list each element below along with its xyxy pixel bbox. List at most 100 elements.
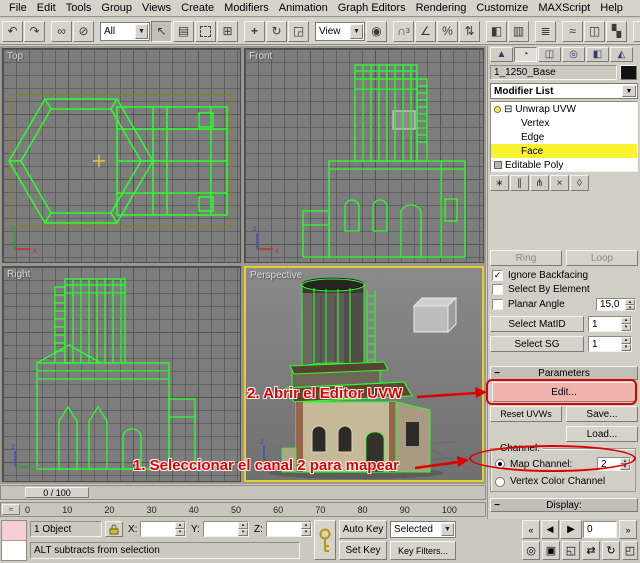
select-matid-button[interactable]: Select MatID: [490, 316, 584, 332]
load-uvws-button[interactable]: Load...: [566, 426, 638, 442]
parameters-rollout-header[interactable]: − Parameters: [490, 366, 638, 380]
mini-curve-editor-icon[interactable]: ≈: [2, 504, 20, 515]
pivot-center-icon[interactable]: ◉: [366, 21, 387, 42]
ring-button[interactable]: Ring: [490, 250, 562, 266]
spinner-arrows[interactable]: ▴▾: [625, 299, 635, 310]
spinner-arrows[interactable]: ▴▾: [621, 337, 631, 351]
selection-lock-icon[interactable]: [105, 521, 123, 537]
dropdown-arrow-icon[interactable]: ▼: [350, 24, 363, 39]
select-rotate-icon[interactable]: ↻: [266, 21, 287, 42]
angle-snap-icon[interactable]: ∠: [415, 21, 436, 42]
remove-modifier-icon[interactable]: ×: [550, 175, 569, 191]
stack-row-editable-poly[interactable]: Editable Poly: [491, 158, 637, 172]
loop-button[interactable]: Loop: [566, 250, 638, 266]
tab-modify-icon[interactable]: ◔: [514, 47, 537, 62]
display-rollout-header[interactable]: − Display:: [490, 498, 638, 512]
expand-icon[interactable]: ⊟: [504, 104, 512, 115]
save-uvws-button[interactable]: Save...: [566, 406, 638, 422]
select-sg-button[interactable]: Select SG: [490, 336, 584, 352]
menu-group[interactable]: Group: [96, 1, 137, 15]
current-frame-field[interactable]: 0: [583, 521, 617, 538]
listener-macro-line[interactable]: [2, 521, 26, 541]
zoom-extents-icon[interactable]: ▣: [542, 541, 560, 560]
menu-animation[interactable]: Animation: [274, 1, 333, 15]
sg-field[interactable]: 1 ▴▾: [588, 336, 632, 352]
spinner-snap-icon[interactable]: ⇅: [459, 21, 480, 42]
stack-row-face-selected[interactable]: Face: [491, 144, 637, 158]
viewport-right[interactable]: Right: [2, 266, 241, 482]
object-name-field[interactable]: 1_1250_Base: [490, 65, 617, 80]
configure-modifier-sets-icon[interactable]: ◊: [570, 175, 589, 191]
select-move-icon[interactable]: +: [244, 21, 265, 42]
dropdown-arrow-icon[interactable]: ▼: [135, 24, 148, 39]
show-end-result-icon[interactable]: ∥: [510, 175, 529, 191]
tab-motion-icon[interactable]: ◎: [562, 47, 585, 62]
y-coordinate-field[interactable]: ▴▾: [203, 521, 249, 537]
undo-icon[interactable]: ↶: [2, 21, 23, 42]
auto-key-button[interactable]: Auto Key: [339, 520, 387, 539]
menu-graph-editors[interactable]: Graph Editors: [333, 1, 411, 15]
select-by-name-icon[interactable]: ▤: [173, 21, 194, 42]
pan-icon[interactable]: ⇄: [582, 541, 600, 560]
selection-filter-dropdown[interactable]: All ▼: [100, 22, 150, 41]
zoom-region-icon[interactable]: ◱: [562, 541, 580, 560]
viewport-perspective[interactable]: Perspective: [244, 266, 484, 482]
unlink-icon[interactable]: ⊘: [73, 21, 94, 42]
previous-frame-icon[interactable]: ◀: [541, 520, 559, 539]
stack-row-edge[interactable]: Edge: [491, 130, 637, 144]
stack-row-unwrap-uvw[interactable]: ⊟ Unwrap UVW: [491, 102, 637, 116]
go-to-start-icon[interactable]: «: [522, 520, 540, 539]
track-bar[interactable]: ≈ 0 10 20 30 40 50 60 70 80 90 100: [0, 502, 486, 517]
listener-script-line[interactable]: [2, 541, 26, 561]
select-scale-icon[interactable]: ◲: [288, 21, 309, 42]
tab-utilities-icon[interactable]: ◭: [610, 47, 633, 62]
mirror-icon[interactable]: ◧: [486, 21, 507, 42]
select-object-icon[interactable]: ↖: [151, 21, 172, 42]
link-icon[interactable]: ∞: [51, 21, 72, 42]
menu-edit[interactable]: Edit: [32, 1, 61, 15]
play-icon[interactable]: ▶: [560, 520, 582, 539]
vertex-color-radio[interactable]: [495, 477, 505, 487]
redo-icon[interactable]: ↷: [24, 21, 45, 42]
percent-snap-icon[interactable]: %: [437, 21, 458, 42]
tab-create-icon[interactable]: ▲: [490, 47, 513, 62]
snap-toggle-icon[interactable]: ∩3: [393, 21, 414, 42]
menu-create[interactable]: Create: [176, 1, 219, 15]
selection-region-icon[interactable]: [195, 21, 216, 42]
spinner-arrows[interactable]: ▴▾: [238, 522, 248, 536]
dropdown-arrow-icon[interactable]: ▼: [622, 85, 636, 97]
key-filters-button[interactable]: Key Filters...: [390, 541, 456, 560]
select-by-element-checkbox[interactable]: [492, 284, 503, 295]
align-icon[interactable]: ▥: [508, 21, 529, 42]
menu-views[interactable]: Views: [137, 1, 176, 15]
matid-field[interactable]: 1 ▴▾: [588, 316, 632, 332]
viewport-top[interactable]: Top: [2, 48, 241, 263]
schematic-view-icon[interactable]: ◫: [584, 21, 605, 42]
menu-rendering[interactable]: Rendering: [411, 1, 472, 15]
menu-file[interactable]: File: [4, 1, 32, 15]
make-unique-icon[interactable]: ⋔: [530, 175, 549, 191]
menu-help[interactable]: Help: [595, 1, 628, 15]
arc-rotate-icon[interactable]: ↻: [602, 541, 620, 560]
spinner-arrows[interactable]: ▴▾: [175, 522, 185, 536]
tab-display-icon[interactable]: ◧: [586, 47, 609, 62]
material-editor-icon[interactable]: ▚: [606, 21, 627, 42]
modifier-list-dropdown[interactable]: Modifier List ▼: [490, 83, 638, 99]
spinner-arrows[interactable]: ▴▾: [621, 317, 631, 331]
menu-customize[interactable]: Customize: [471, 1, 533, 15]
curve-editor-icon[interactable]: ≈: [562, 21, 583, 42]
viewport-front[interactable]: Front: [244, 48, 484, 263]
z-coordinate-field[interactable]: ▴▾: [266, 521, 312, 537]
set-key-button[interactable]: Set Key: [339, 541, 387, 560]
selected-dropdown[interactable]: Selected ▼: [390, 521, 456, 538]
dropdown-arrow-icon[interactable]: ▼: [441, 523, 454, 536]
layer-manager-icon[interactable]: ≣: [535, 21, 556, 42]
time-slider-handle[interactable]: 0 / 100: [25, 487, 89, 498]
maximize-viewport-icon[interactable]: ◰: [622, 541, 638, 560]
menu-tools[interactable]: Tools: [61, 1, 97, 15]
go-to-end-icon[interactable]: »: [619, 520, 637, 539]
maxscript-mini-listener[interactable]: [1, 520, 27, 561]
planar-angle-field[interactable]: 15,0 ▴▾: [596, 298, 636, 311]
tab-hierarchy-icon[interactable]: ◫: [538, 47, 561, 62]
ignore-backfacing-checkbox[interactable]: ✓: [492, 270, 503, 281]
